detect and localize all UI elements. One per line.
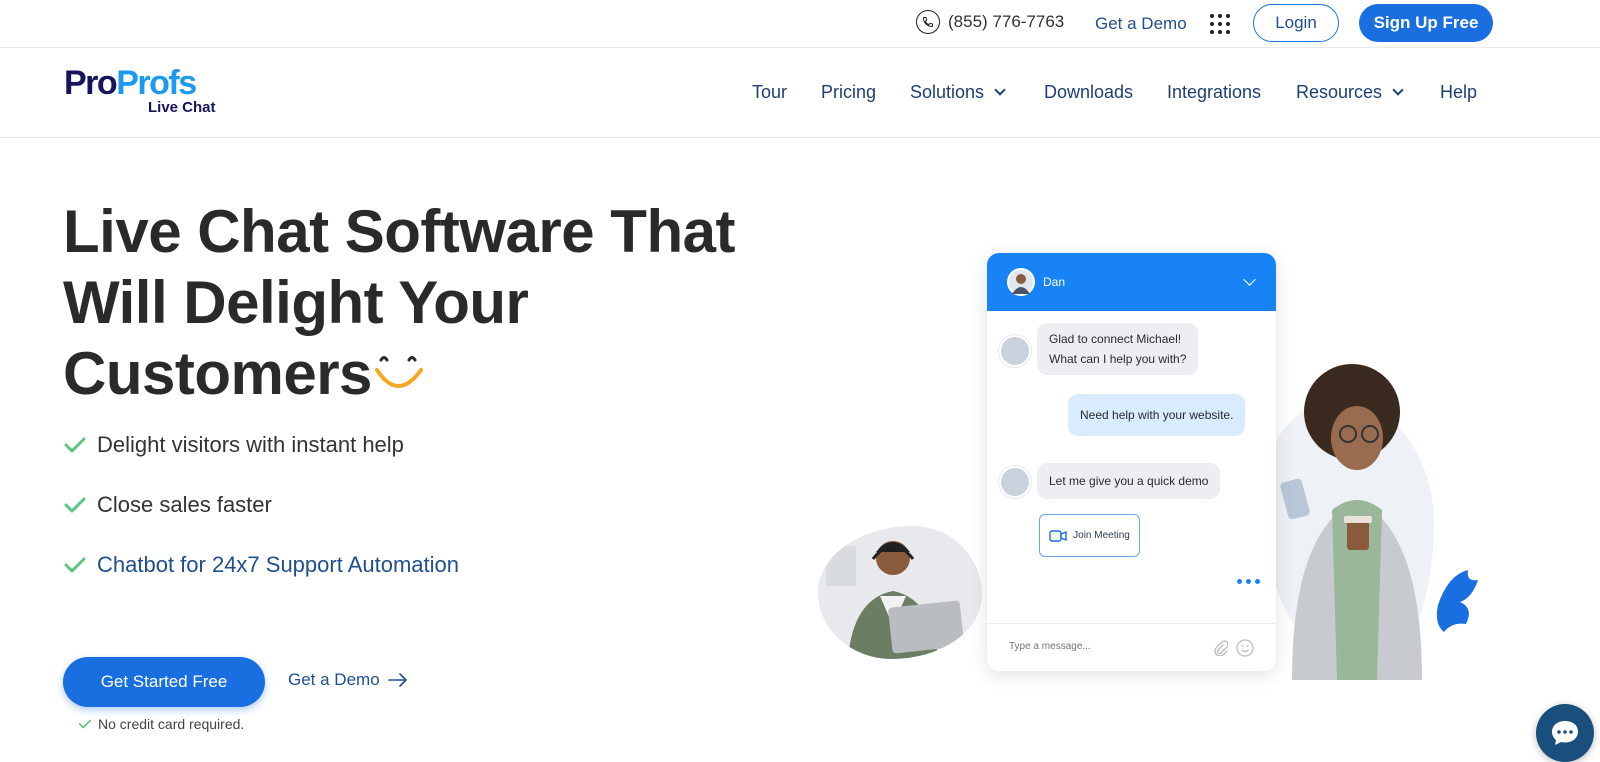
feature-item: Close sales faster [63, 492, 272, 518]
agent-message: Glad to connect Michael! What can I help… [1037, 323, 1199, 375]
apps-grid-icon[interactable] [1210, 14, 1230, 34]
phone-number: (855) 776-7763 [948, 12, 1065, 31]
nav-item-downloads[interactable]: Downloads [1044, 82, 1133, 103]
top-demo-link[interactable]: Get a Demo [1095, 14, 1187, 34]
customer-photo [1262, 364, 1422, 680]
chevron-down-icon[interactable] [1243, 273, 1256, 286]
hero-title-line-3: Customers [63, 340, 372, 407]
chat-bubble-icon [1552, 721, 1578, 745]
nav-label: Tour [752, 82, 788, 102]
typing-indicator [1237, 579, 1260, 584]
top-bar: (855) 776-7763 Get a Demo Login Sign Up … [0, 0, 1600, 48]
smiley-icon [375, 356, 423, 388]
check-icon [78, 719, 92, 729]
nav-item-resources[interactable]: Resources [1296, 82, 1404, 103]
nav-label: Integrations [1167, 82, 1262, 102]
nav-label: Resources [1296, 82, 1383, 102]
join-meeting-button[interactable]: Join Meeting [1039, 514, 1140, 557]
logo-text-pro: Pro [64, 64, 118, 102]
no-credit-card-note: No credit card required. [78, 716, 244, 732]
check-icon [64, 497, 86, 513]
feature-text: Chatbot for 24x7 Support Automation [97, 552, 460, 577]
video-camera-icon [1049, 529, 1067, 542]
chevron-down-icon [1392, 84, 1404, 96]
agent-name: Dan [1043, 275, 1066, 289]
emoji-icon[interactable] [1236, 639, 1254, 657]
no-credit-card-text: No credit card required. [98, 716, 245, 732]
phone-link[interactable]: (855) 776-7763 [916, 10, 1064, 34]
agent-avatar [999, 466, 1031, 498]
agent-avatar [999, 335, 1031, 367]
phone-icon [916, 10, 940, 34]
sign-up-button[interactable]: Sign Up Free [1359, 4, 1493, 42]
user-message: Need help with your website. [1068, 394, 1246, 436]
agent-avatar [1007, 268, 1035, 296]
chat-input-bar [987, 623, 1276, 671]
proprofs-logo[interactable]: ProProfs Live Chat [64, 66, 224, 118]
nav-item-integrations[interactable]: Integrations [1167, 82, 1261, 103]
nav-item-pricing[interactable]: Pricing [821, 82, 876, 103]
nav-label: Solutions [910, 82, 985, 102]
hero-title-line-1: Live Chat Software That [63, 198, 735, 265]
arrow-right-icon [387, 673, 407, 687]
feature-text: Close sales faster [97, 492, 272, 517]
live-chat-launcher[interactable] [1536, 704, 1594, 762]
nav-label: Downloads [1044, 82, 1134, 102]
feature-item-link[interactable]: Chatbot for 24x7 Support Automation [63, 552, 459, 578]
logo-subtitle: Live Chat [148, 99, 216, 116]
get-started-button[interactable]: Get Started Free [63, 657, 265, 707]
feature-item: Delight visitors with instant help [63, 432, 404, 458]
logo-text-profs: Profs [116, 64, 197, 102]
check-icon [64, 437, 86, 453]
join-meeting-label: Join Meeting [1073, 530, 1130, 541]
paperclip-icon[interactable] [1212, 640, 1228, 656]
get-demo-link[interactable]: Get a Demo [288, 670, 408, 690]
nav-item-tour[interactable]: Tour [752, 82, 787, 103]
get-demo-label: Get a Demo [288, 670, 380, 689]
chat-window: Dan Glad to connect Michael! What can I … [987, 253, 1276, 671]
nav-label: Pricing [821, 82, 877, 102]
nav-item-help[interactable]: Help [1440, 82, 1477, 103]
login-button[interactable]: Login [1253, 4, 1339, 42]
message-line: What can I help you with? [1049, 352, 1187, 366]
agent-photo [818, 526, 982, 659]
check-icon [64, 557, 86, 573]
chevron-down-icon [994, 84, 1006, 96]
chat-header: Dan [987, 253, 1276, 311]
message-line: Glad to connect Michael! [1049, 332, 1182, 346]
hero-title-line-2: Will Delight Your [63, 269, 529, 336]
main-navigation: ProProfs Live Chat Tour Pricing Solution… [0, 48, 1600, 138]
nav-label: Help [1440, 82, 1478, 102]
feature-text: Delight visitors with instant help [97, 432, 404, 457]
nav-item-solutions[interactable]: Solutions [910, 82, 1006, 103]
message-input[interactable] [1009, 641, 1209, 652]
agent-message: Let me give you a quick demo [1037, 463, 1221, 499]
